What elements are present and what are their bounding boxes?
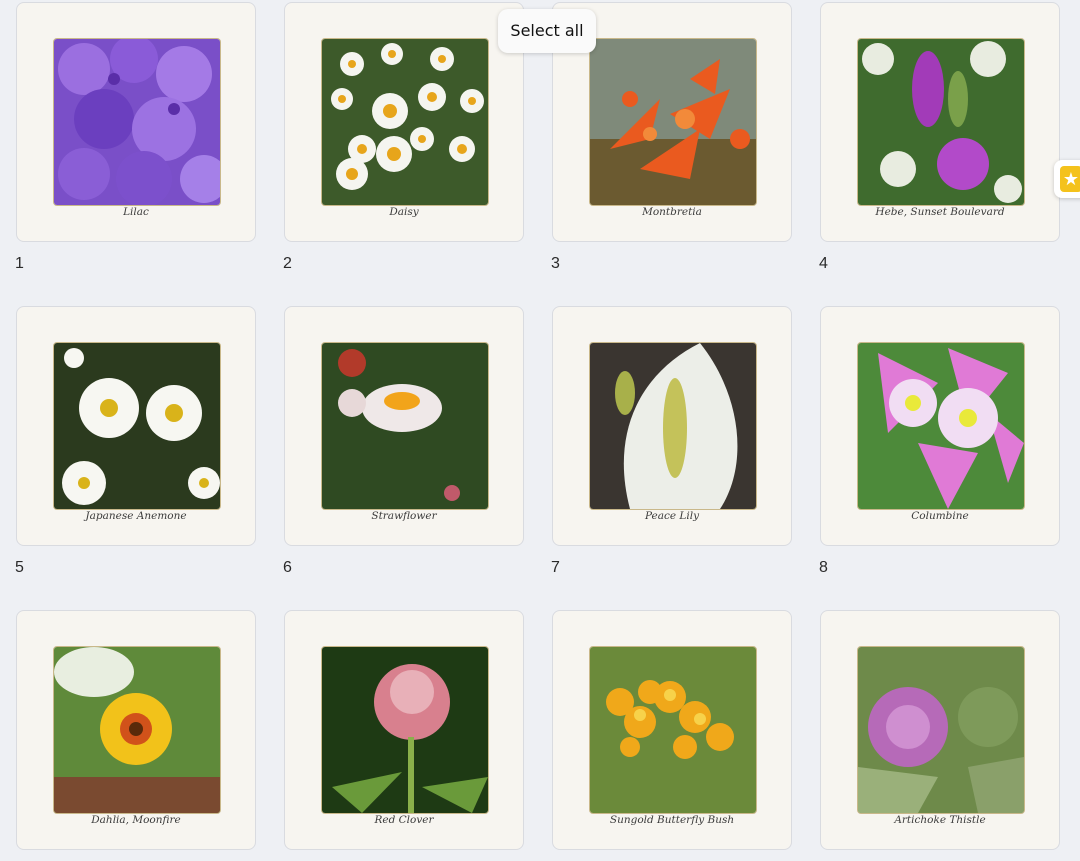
select-all-button[interactable]: Select all xyxy=(498,9,596,53)
flower-photo xyxy=(53,38,221,206)
flower-photo xyxy=(589,342,757,510)
page-thumbnail[interactable]: Daisy xyxy=(284,2,524,242)
page-thumbnail[interactable]: Columbine xyxy=(820,306,1060,546)
flower-photo xyxy=(321,38,489,206)
flower-photo xyxy=(857,342,1025,510)
page-number: 1 xyxy=(15,255,24,272)
page-thumbnail[interactable]: Japanese Anemone xyxy=(16,306,256,546)
page-thumbnail[interactable]: Dahlia, Moonfire xyxy=(16,610,256,850)
page-number: 3 xyxy=(551,255,560,272)
page-thumbnail[interactable]: Artichoke Thistle xyxy=(820,610,1060,850)
flower-photo xyxy=(589,38,757,206)
flower-photo xyxy=(53,342,221,510)
page-thumbnail[interactable]: Red Clover xyxy=(284,610,524,850)
flower-photo xyxy=(857,646,1025,814)
page-grid: Lilac Daisy Montbretia Hebe, Sunset Boul… xyxy=(0,0,1080,861)
page-thumbnail[interactable]: Peace Lily xyxy=(552,306,792,546)
page-caption: Daisy xyxy=(389,206,419,218)
page-number: 7 xyxy=(551,559,560,576)
page-thumbnail[interactable]: Strawflower xyxy=(284,306,524,546)
page-number: 8 xyxy=(819,559,828,576)
page-caption: Red Clover xyxy=(374,814,434,826)
page-caption: Hebe, Sunset Boulevard xyxy=(875,206,1005,218)
page-thumbnail[interactable]: Hebe, Sunset Boulevard xyxy=(820,2,1060,242)
page-caption: Peace Lily xyxy=(644,510,700,522)
premium-badge[interactable]: ★ xyxy=(1054,160,1080,198)
flower-photo xyxy=(321,342,489,510)
page-number: 6 xyxy=(283,559,292,576)
page-caption: Lilac xyxy=(123,206,149,218)
flower-photo xyxy=(53,646,221,814)
flower-photo xyxy=(321,646,489,814)
page-number: 4 xyxy=(819,255,828,272)
flower-photo xyxy=(589,646,757,814)
page-number: 2 xyxy=(283,255,292,272)
page-caption: Dahlia, Moonfire xyxy=(91,814,181,826)
page-caption: Columbine xyxy=(911,510,969,522)
page-number: 5 xyxy=(15,559,24,576)
page-caption: Artichoke Thistle xyxy=(894,814,986,826)
page-caption: Strawflower xyxy=(371,510,437,522)
flower-photo xyxy=(857,38,1025,206)
page-caption: Montbretia xyxy=(642,206,702,218)
page-caption: Japanese Anemone xyxy=(85,510,187,522)
page-thumbnail[interactable]: Sungold Butterfly Bush xyxy=(552,610,792,850)
page-thumbnail[interactable]: Lilac xyxy=(16,2,256,242)
page-caption: Sungold Butterfly Bush xyxy=(609,814,735,826)
star-icon: ★ xyxy=(1060,166,1080,192)
